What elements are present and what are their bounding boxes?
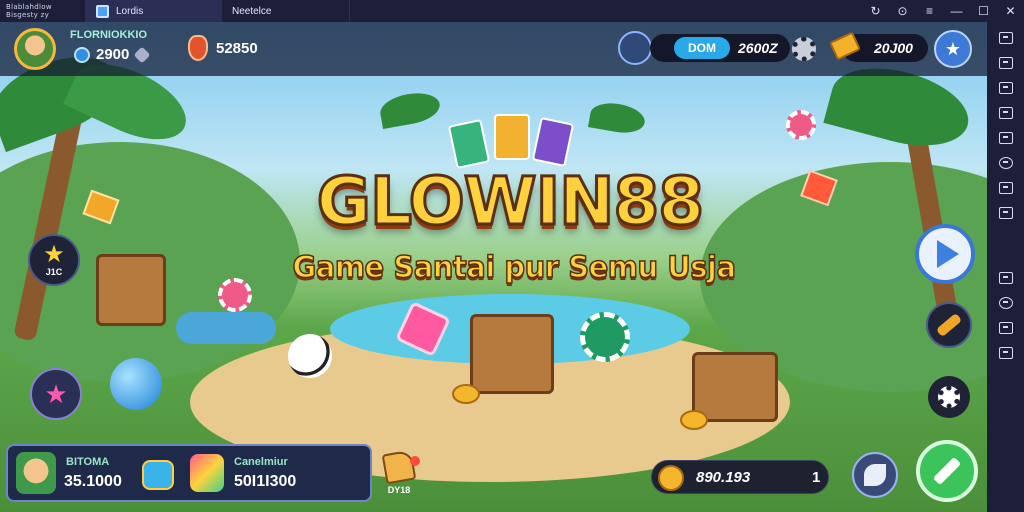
coin-icon <box>680 410 708 430</box>
bottom-right-value: 50I1I300 <box>234 473 297 490</box>
star-icon: ★ <box>43 241 65 268</box>
settings-gear-icon[interactable] <box>792 37 816 61</box>
player-portrait-icon <box>16 452 56 494</box>
game-screen[interactable]: FLORNIOKKIO 2900 52850 DOM 2600Z 20J00 ★… <box>0 22 987 512</box>
bowling-ball <box>110 358 162 410</box>
poker-chip <box>786 110 816 140</box>
menu-icon[interactable]: ≡ <box>916 0 943 22</box>
logo-line-2: Bisgesty zy <box>6 11 50 19</box>
location-icon[interactable] <box>998 132 1013 144</box>
coin-balance-pill[interactable]: 890.193 1 <box>651 460 829 494</box>
edit-confirm-button[interactable] <box>916 440 978 502</box>
logo-line-1: Blablahdlow <box>6 3 52 11</box>
gold-value: 20J00 <box>874 40 913 56</box>
play-triangle-icon <box>937 240 959 268</box>
pencil-check-icon <box>932 456 962 486</box>
coin-icon <box>452 384 480 404</box>
game-subtitle: Game Santai pur Semu Usja <box>292 249 737 285</box>
card-icon <box>494 114 530 160</box>
gem-count: 52850 <box>216 40 258 57</box>
poker-chip <box>218 278 252 312</box>
bottom-left-value: 35.1000 <box>64 473 122 490</box>
tab-game-label: Neetelce <box>232 5 272 17</box>
volume-icon[interactable] <box>998 272 1013 284</box>
top-hud: FLORNIOKKIO 2900 52850 DOM 2600Z 20J00 ★ <box>0 22 987 76</box>
red-gem-icon <box>188 35 208 61</box>
back-icon[interactable] <box>998 297 1013 309</box>
coin-balance-value: 890.193 <box>696 469 751 486</box>
gear-icon <box>938 386 960 408</box>
gold-coin-icon <box>658 465 684 491</box>
palm-leaf <box>587 99 648 137</box>
player-name: FLORNIOKKIO <box>70 29 147 41</box>
screenshot-icon[interactable] <box>998 57 1013 69</box>
tools-button[interactable] <box>926 302 972 348</box>
account-icon[interactable]: ⊙ <box>889 0 916 22</box>
wrench-icon <box>935 312 963 338</box>
poker-chip <box>580 312 630 362</box>
bottom-right-label: Canelmiur <box>234 456 288 468</box>
player-coin-count: 2900 <box>96 46 130 63</box>
window-controls: ↻ ⊙ ≡ — ☐ ✕ <box>862 0 1024 22</box>
macro-icon[interactable] <box>998 82 1013 94</box>
star-reward-button[interactable]: ★ J1C <box>28 234 80 286</box>
refresh-icon[interactable]: ↻ <box>862 0 889 22</box>
gift-bag-icon <box>142 460 174 490</box>
token-pill-badge: DOM <box>674 37 730 59</box>
emulator-logo[interactable]: Blablahdlow Bisgesty zy <box>0 0 86 22</box>
close-button[interactable]: ✕ <box>997 0 1024 22</box>
bottom-left-label: BITOMA <box>66 456 110 468</box>
tab-home[interactable]: Lordis <box>86 0 222 22</box>
emulator-title-bar: Blablahdlow Bisgesty zy Lordis Neetelce … <box>0 0 1024 512</box>
tab-home-label: Lordis <box>116 5 144 17</box>
token-pill-value: 2600Z <box>738 40 778 56</box>
sync-icon[interactable] <box>998 207 1013 219</box>
bottom-player-panel: BITOMA 35.1000 Canelmiur 50I1I300 <box>6 444 372 502</box>
rotate-icon[interactable] <box>998 182 1013 194</box>
blue-cushion <box>176 312 276 344</box>
emulator-side-toolbar <box>987 22 1024 512</box>
lucky-star-button[interactable]: ★ <box>30 368 82 420</box>
token-pill[interactable]: DOM 2600Z <box>650 34 790 62</box>
gift-icon <box>381 449 417 485</box>
treasure-chest <box>692 352 778 422</box>
palm-leaf <box>377 89 443 129</box>
leaf-shop-button[interactable] <box>852 452 898 498</box>
card-icon <box>447 118 491 170</box>
coin-balance-suffix: 1 <box>812 469 821 486</box>
treasure-chest <box>96 254 166 326</box>
red-dot-badge <box>410 456 420 466</box>
tab-game[interactable]: Neetelce <box>0 0 987 512</box>
star-reward-label: J1C <box>45 267 63 277</box>
home-icon[interactable] <box>998 322 1013 334</box>
keyboard-icon[interactable] <box>998 32 1013 44</box>
event-star-button[interactable]: ★ <box>934 30 972 68</box>
vip-icon[interactable] <box>618 31 652 65</box>
blue-coin-icon <box>74 47 90 63</box>
card-icon <box>531 116 575 168</box>
shake-icon[interactable] <box>998 157 1013 169</box>
soccer-ball <box>288 334 332 378</box>
small-gem-icon <box>133 46 151 64</box>
settings-button[interactable] <box>928 376 970 418</box>
play-button[interactable] <box>915 224 975 284</box>
gift-label: DY18 <box>387 485 411 495</box>
multi-instance-icon[interactable] <box>998 107 1013 119</box>
player-avatar[interactable] <box>14 28 56 70</box>
maximize-button[interactable]: ☐ <box>970 0 997 22</box>
app-tab-icon <box>96 4 109 18</box>
treasure-bag-icon <box>190 454 224 492</box>
treasure-chest <box>470 314 554 394</box>
leaf-icon <box>864 464 886 486</box>
minimize-button[interactable]: — <box>943 0 970 22</box>
recent-apps-icon[interactable] <box>998 347 1013 359</box>
game-title: GLOWIN88 <box>315 163 705 240</box>
